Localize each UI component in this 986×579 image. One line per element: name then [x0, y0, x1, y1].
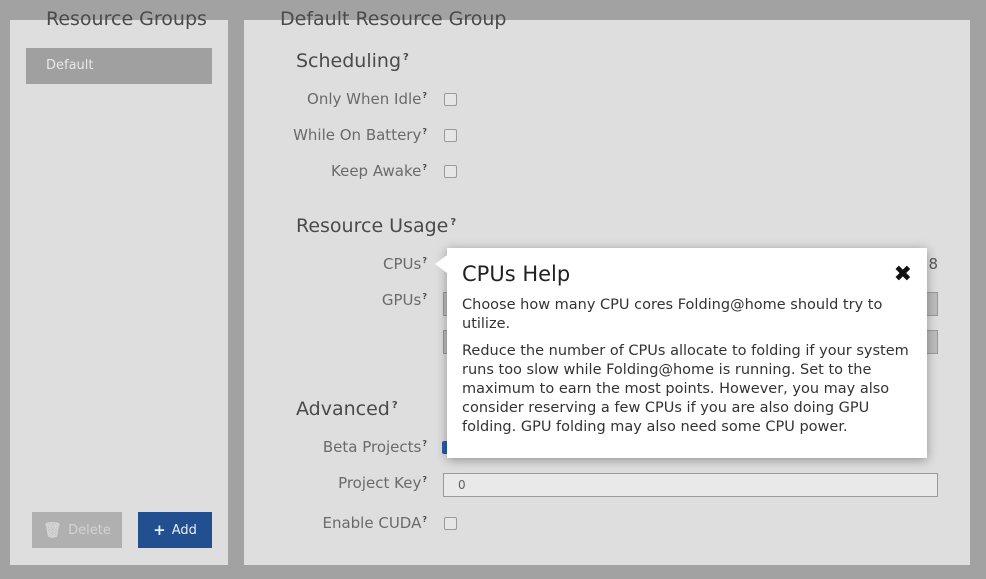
only-when-idle-label: Only When Idle?	[307, 90, 427, 108]
help-icon[interactable]: ?	[422, 292, 427, 301]
cpus-label: CPUs?	[383, 255, 427, 273]
help-icon[interactable]: ?	[422, 515, 427, 524]
scheduling-title: Scheduling	[296, 50, 402, 72]
page-title: Default Resource Group	[280, 8, 507, 30]
plus-icon: +	[153, 521, 166, 539]
group-item-default[interactable]: Default	[26, 48, 212, 84]
help-title: CPUs Help	[462, 262, 571, 286]
cpus-count: 8	[928, 255, 938, 273]
add-button-label: Add	[171, 522, 197, 538]
help-icon[interactable]: ?	[392, 400, 398, 411]
help-icon[interactable]: ?	[422, 163, 427, 172]
help-text-2: Reduce the number of CPUs allocate to fo…	[462, 343, 909, 435]
keep-awake-label: Keep Awake?	[331, 162, 427, 180]
keep-awake-text: Keep Awake	[331, 162, 422, 180]
enable-cuda-label: Enable CUDA?	[322, 514, 427, 532]
trash-icon: 🗑	[43, 521, 63, 539]
delete-button-label: Delete	[68, 522, 111, 538]
beta-projects-label: Beta Projects?	[323, 438, 427, 456]
help-icon[interactable]: ?	[422, 439, 427, 448]
help-text-1: Choose how many CPU cores Folding@home s…	[462, 297, 883, 332]
while-on-battery-label: While On Battery?	[293, 126, 427, 144]
only-when-idle-checkbox[interactable]	[444, 93, 457, 106]
gpus-label: GPUs?	[382, 291, 427, 309]
enable-cuda-checkbox[interactable]	[444, 517, 457, 530]
add-button[interactable]: + Add	[138, 512, 212, 548]
cpus-help-popup: CPUs Help ✖ Choose how many CPU cores Fo…	[435, 248, 927, 458]
help-icon[interactable]: ?	[422, 475, 427, 484]
beta-projects-text: Beta Projects	[322, 438, 422, 456]
delete-button[interactable]: 🗑 Delete	[32, 512, 122, 548]
only-when-idle-text: Only When Idle	[307, 90, 422, 108]
close-icon[interactable]: ✖	[894, 264, 912, 286]
help-icon[interactable]: ?	[422, 127, 427, 136]
help-icon[interactable]: ?	[422, 256, 427, 265]
advanced-heading: Advanced?	[296, 398, 398, 420]
project-key-input[interactable]: 0	[443, 473, 938, 497]
help-icon[interactable]: ?	[450, 217, 456, 228]
resource-groups-panel: Resource Groups Default 🗑 Delete + Add	[10, 8, 228, 565]
cpus-text: CPUs	[383, 255, 422, 273]
resource-usage-title: Resource Usage	[296, 215, 449, 237]
help-icon[interactable]: ?	[403, 52, 409, 63]
project-key-text: Project Key	[338, 474, 422, 492]
while-on-battery-checkbox[interactable]	[444, 129, 457, 142]
help-icon[interactable]: ?	[422, 91, 427, 100]
while-on-battery-text: While On Battery	[293, 126, 422, 144]
resource-groups-title: Resource Groups	[46, 8, 207, 30]
scheduling-heading: Scheduling?	[296, 50, 409, 72]
advanced-title: Advanced	[296, 398, 390, 420]
enable-cuda-text: Enable CUDA	[322, 514, 422, 532]
project-key-label: Project Key?	[338, 474, 427, 492]
gpus-text: GPUs	[381, 291, 422, 309]
keep-awake-checkbox[interactable]	[444, 165, 457, 178]
resource-usage-heading: Resource Usage?	[296, 215, 456, 237]
